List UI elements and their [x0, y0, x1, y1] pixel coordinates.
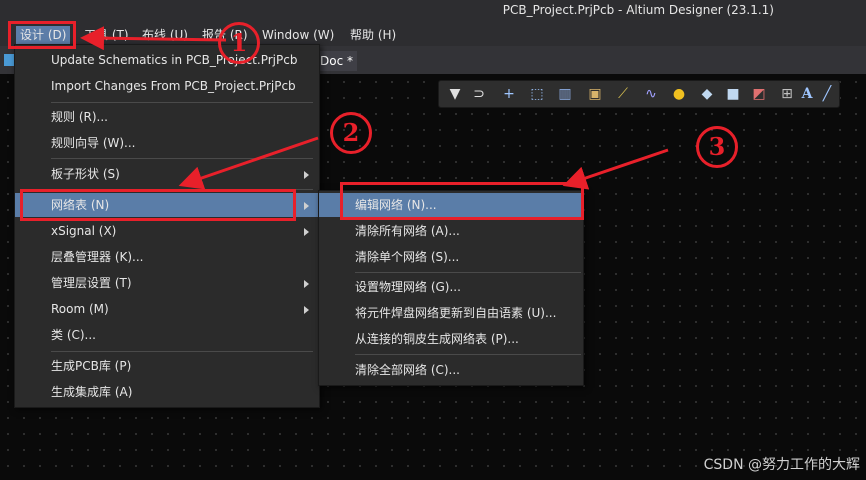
- step-number-2: 2: [330, 112, 372, 154]
- step-number-1: 1: [218, 22, 260, 64]
- arrow-1: [80, 26, 227, 51]
- arrow-2: [178, 136, 319, 190]
- arrow-3: [562, 148, 669, 190]
- step-number-3: 3: [696, 126, 738, 168]
- watermark: CSDN @努力工作的大辉: [703, 457, 860, 473]
- annotation-arrows: [80, 26, 669, 190]
